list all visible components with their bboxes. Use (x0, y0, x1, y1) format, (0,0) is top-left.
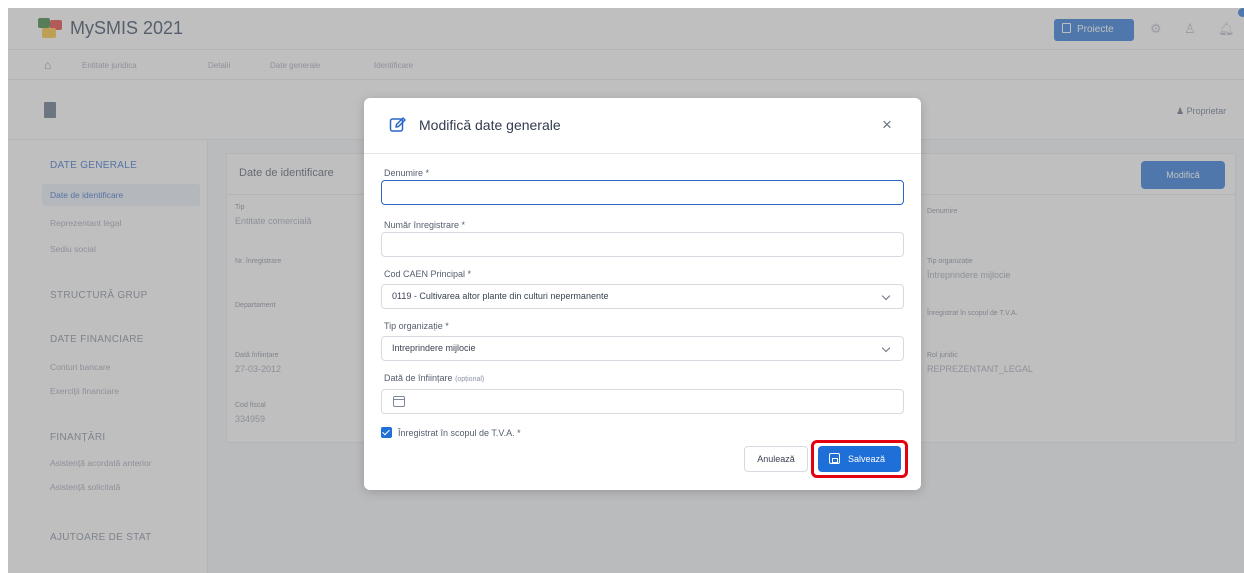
dialog-title: Modifică date generale (419, 117, 561, 133)
numar-inregistrare-label: Număr înregistrare * (384, 220, 466, 230)
tva-checkbox-label: Înregistrat în scopul de T.V.A. * (398, 428, 521, 438)
tip-organizatie-label: Tip organizație * (384, 321, 449, 331)
chevron-down-icon (881, 343, 891, 353)
denumire-label: Denumire * (384, 168, 430, 178)
dialog-header: Modifică date generale × (364, 98, 921, 154)
close-icon[interactable]: × (882, 116, 892, 133)
data-infiintare-label-text: Dată de înființare (384, 373, 453, 383)
save-button[interactable]: Salvează (818, 446, 901, 472)
edit-icon (389, 117, 406, 132)
cod-caen-select[interactable]: 0119 - Cultivarea altor plante din cultu… (381, 284, 904, 309)
cod-caen-selected: 0119 - Cultivarea altor plante din cultu… (392, 291, 609, 301)
tva-checkbox[interactable] (381, 427, 392, 438)
data-infiintare-label: Dată de înființare (opțional) (384, 373, 484, 383)
numar-inregistrare-input[interactable] (381, 232, 904, 257)
data-infiintare-picker[interactable] (381, 389, 904, 414)
tip-organizatie-selected: Intreprindere mijlocie (392, 343, 476, 353)
tip-organizatie-select[interactable]: Intreprindere mijlocie (381, 336, 904, 361)
floppy-disk-icon (829, 453, 840, 464)
edit-general-data-dialog: Modifică date generale × Denumire * Numă… (364, 98, 921, 490)
cod-caen-label: Cod CAEN Principal * (384, 269, 472, 279)
optional-hint: (opțional) (455, 376, 485, 383)
chevron-down-icon (881, 291, 891, 301)
calendar-icon (393, 396, 405, 407)
cancel-button[interactable]: Anulează (744, 446, 808, 472)
denumire-input[interactable] (381, 180, 904, 205)
save-button-label: Salvează (848, 454, 886, 464)
